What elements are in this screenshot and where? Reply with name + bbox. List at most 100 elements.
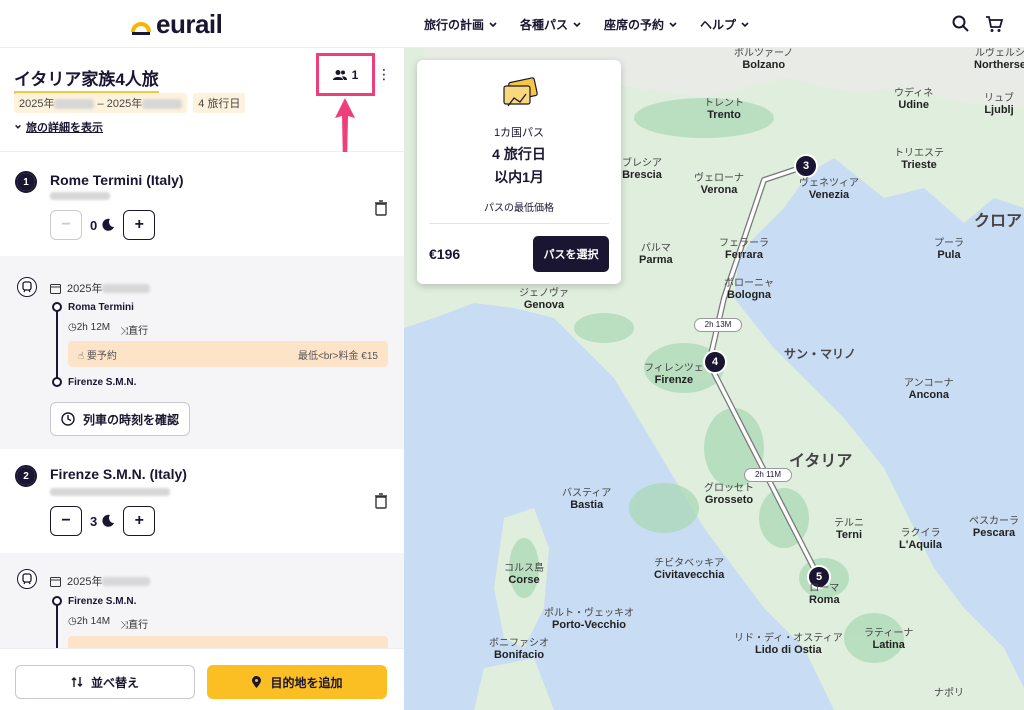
sort-label: 並べ替え — [90, 675, 139, 690]
more-options-icon[interactable]: ⋮ — [377, 66, 391, 83]
blurred-date — [142, 99, 183, 110]
map-city-label: トレント Trento — [704, 98, 744, 121]
stop-title: Rome Termini (Italy) — [50, 172, 184, 188]
reservation-text: 要予約 — [86, 350, 117, 362]
map-city-label: ボニファシオ Bonifacio — [489, 638, 549, 661]
calendar-icon — [50, 576, 61, 587]
nav-passes-label: 各種パス — [520, 18, 569, 32]
check-timetable-label: 列車の時刻を確認 — [83, 412, 180, 427]
map-city-label: リド・ディ・オスティア Lido di Ostia — [734, 633, 843, 656]
date-range-chip: 2025年 – 2025年 — [14, 93, 188, 113]
map-marker-3[interactable]: 3 — [794, 154, 818, 178]
map-city-label: ジェノヴァ Genova — [519, 288, 569, 311]
trash-icon[interactable] — [374, 200, 388, 216]
map-marker-4[interactable]: 4 — [703, 350, 727, 374]
leg-date-text: 2025年 — [67, 283, 103, 295]
main-nav: 旅行の計画 各種パス 座席の予約 ヘルプ — [424, 16, 750, 33]
pass-ticket-icon — [503, 77, 538, 107]
map-city-label: ヴェローナ Verona — [694, 173, 744, 196]
check-timetable-button[interactable]: 列車の時刻を確認 — [50, 402, 191, 436]
from-station: Roma Termini — [68, 302, 134, 313]
top-bar: eurail 旅行の計画 各種パス 座席の予約 ヘルプ — [0, 0, 1024, 48]
eurail-logo[interactable]: eurail — [130, 9, 223, 40]
select-pass-button[interactable]: パスを選択 — [533, 236, 609, 272]
map-city-label: フィレンツェ Firenze — [644, 363, 704, 386]
show-details-link[interactable]: 旅の詳細を表示 — [14, 119, 103, 135]
travellers-button[interactable]: 1 — [316, 53, 375, 96]
train-leg: 2025年 Roma Termini ◷2h 12M ⤨直行 ☝ 要予約 最低<br… — [0, 256, 404, 449]
route-duration-badge: 2h 11M — [744, 468, 792, 482]
min-fare: 最低<br>料金 €15 — [297, 350, 378, 362]
trash-icon[interactable] — [374, 493, 388, 509]
map-city-label: クロア — [974, 213, 1023, 230]
map-city-label: ボローニャ Bologna — [724, 278, 774, 301]
date-start-year: 2025年 — [19, 98, 55, 110]
leg-date: 2025年 — [50, 280, 151, 296]
map-city-label: ブレシア Brescia — [622, 158, 662, 181]
bottom-actions: 並べ替え 目的地を追加 — [0, 648, 404, 710]
train-icon — [17, 569, 37, 589]
stop-card: 2 Firenze S.M.N. (Italy) − 3 + — [0, 449, 404, 553]
people-icon — [332, 69, 347, 80]
chevron-down-icon — [489, 21, 497, 27]
trip-title[interactable]: イタリア家族4人旅 — [14, 65, 159, 94]
divider — [429, 223, 609, 224]
nights-stepper: − 3 + — [50, 506, 156, 536]
blurred-date — [102, 283, 151, 293]
add-destination-button[interactable]: 目的地を追加 — [207, 665, 387, 699]
nav-plan[interactable]: 旅行の計画 — [424, 16, 498, 33]
map-city-label: サン・マリノ — [784, 347, 857, 361]
station-dot — [52, 596, 62, 606]
nav-help-label: ヘルプ — [700, 18, 737, 32]
map-city-label: コルス島 Corse — [504, 563, 544, 586]
blurred-date — [54, 99, 95, 110]
map-city-label: トリエステ Trieste — [894, 148, 944, 171]
nav-passes[interactable]: 各種パス — [520, 16, 582, 33]
nav-plan-label: 旅行の計画 — [424, 18, 485, 32]
nights-value: 3 — [90, 514, 115, 529]
to-station: Firenze S.M.N. — [68, 377, 137, 388]
nights-value: 0 — [90, 218, 115, 233]
from-station: Firenze S.M.N. — [68, 596, 137, 607]
nav-help[interactable]: ヘルプ — [700, 16, 750, 33]
nav-reserve[interactable]: 座席の予約 — [604, 16, 678, 33]
increase-nights-button[interactable]: + — [123, 210, 156, 240]
map-city-label: パルマ Parma — [639, 243, 673, 266]
nav-reserve-label: 座席の予約 — [604, 18, 665, 32]
map-city-label: ペスカーラ Pescara — [969, 516, 1019, 539]
map-city-label: ポルト・ヴェッキオ Porto-Vecchio — [544, 608, 634, 631]
travellers-count: 1 — [351, 67, 359, 82]
map-city-label: チビタベッキア Civitavecchia — [654, 558, 725, 581]
stop-title: Firenze S.M.N. (Italy) — [50, 466, 187, 482]
increase-nights-button[interactable]: + — [123, 506, 156, 536]
chevron-down-icon — [669, 21, 677, 27]
map-city-label: グロッセト Grosseto — [704, 483, 754, 506]
train-icon — [17, 277, 37, 297]
moon-icon — [102, 514, 115, 527]
map-city-label: ボルツァーノ Bolzano — [734, 48, 794, 71]
map-city-label: イタリア — [789, 453, 853, 470]
station-dot — [52, 377, 62, 387]
direct: ⤨直行 — [120, 620, 149, 631]
cart-icon[interactable] — [984, 14, 1004, 34]
direct-text: 直行 — [128, 620, 149, 631]
decrease-nights-button[interactable]: − — [50, 210, 82, 240]
pass-price: €196 — [429, 246, 461, 262]
decrease-nights-button[interactable]: − — [50, 506, 82, 536]
leg-date: 2025年 — [50, 573, 151, 589]
direct: ⤨直行 — [120, 326, 149, 337]
clock-icon — [61, 412, 75, 426]
map-city-label: ルヴェルシ Northerse — [974, 48, 1024, 71]
sort-button[interactable]: 並べ替え — [15, 665, 195, 699]
stop-number-label: 2 — [17, 467, 35, 485]
leg-meta: ◷2h 12M ⤨直行 — [68, 322, 148, 337]
map-pin-icon — [252, 675, 262, 688]
duration: ◷2h 12M — [68, 322, 111, 333]
logo-text: eurail — [156, 9, 223, 39]
route-duration-badge: 2h 13M — [694, 318, 742, 332]
reservation-required-banner[interactable]: ☝ 要予約 最低<br>料金 €15 — [68, 341, 388, 367]
travel-days-chip: 4 旅行日 — [193, 93, 246, 113]
map-city-label: テルニ Terni — [834, 518, 864, 541]
route-line — [56, 308, 58, 384]
search-icon[interactable] — [951, 14, 971, 34]
